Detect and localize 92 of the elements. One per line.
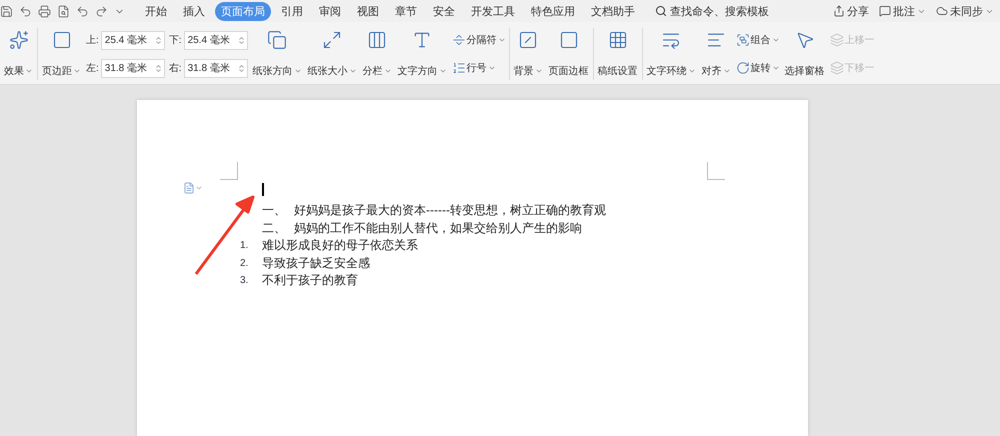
undo-icon[interactable] (19, 4, 32, 18)
document-line: 难以形成良好的母子依恋关系 (262, 237, 418, 254)
numbered-list-icon (452, 61, 466, 75)
ribbon-button[interactable]: 文字方向 (396, 28, 448, 80)
caret-icon (534, 67, 543, 75)
share-icon (833, 5, 845, 17)
ribbon-button[interactable]: 组合 (736, 33, 780, 47)
copy-icon (267, 30, 288, 50)
caret-icon (722, 67, 731, 75)
list-marker: 二、 (262, 220, 287, 237)
layers-icon (830, 61, 844, 75)
comment-icon (879, 5, 891, 17)
caret-icon (488, 64, 496, 72)
margin-field[interactable]: 31.8 毫米 (184, 58, 248, 78)
ribbon-button[interactable]: 旋转 (736, 61, 780, 75)
text-cursor (262, 183, 264, 196)
document-line: 导致孩子缺乏安全感 (262, 254, 370, 272)
toolbar-button[interactable]: 未同步 (936, 4, 994, 18)
margin-field[interactable]: 31.8 毫米 (100, 58, 165, 78)
caret-icon (498, 36, 506, 44)
layers-icon (830, 33, 844, 47)
caret-icon (688, 67, 696, 75)
corner-mark (707, 162, 725, 180)
menu-tab[interactable]: 文档助手 (585, 2, 641, 20)
separator-icon (452, 33, 466, 47)
print-icon[interactable] (38, 4, 51, 18)
field-label: 上: (86, 34, 99, 47)
ribbon-button[interactable]: 文字环绕 (646, 28, 697, 80)
spinner-icon[interactable] (154, 64, 163, 72)
corner-mark (220, 162, 238, 180)
square-icon (558, 30, 579, 50)
search-icon (655, 5, 667, 17)
save-icon[interactable] (0, 4, 13, 18)
document-line: 好妈妈是孩子最大的资本------转变思想，树立正确的教育观 (294, 202, 606, 220)
field-label: 左: (86, 62, 99, 75)
grid-icon (608, 30, 628, 50)
spinner-icon[interactable] (154, 36, 163, 44)
menu-tab[interactable]: 视图 (351, 2, 385, 20)
document-line: 不利于孩子的教育 (262, 272, 358, 290)
spinner-icon[interactable] (236, 36, 246, 44)
ribbon-button[interactable]: 效果 (3, 28, 34, 80)
ribbon-button[interactable]: 页面边框 (548, 28, 590, 80)
menu-tab[interactable]: 特色应用 (525, 2, 581, 20)
rotate-icon (736, 61, 750, 75)
search-field[interactable]: 查找命令、搜索模板 (655, 4, 769, 18)
menu-tab[interactable]: 安全 (427, 2, 461, 20)
caret-icon (73, 67, 81, 75)
menu-tab[interactable]: 审阅 (313, 2, 347, 20)
caret-icon (294, 67, 302, 75)
spinner-icon[interactable] (236, 64, 246, 72)
preview-icon[interactable] (57, 4, 70, 18)
ribbon-button[interactable]: 页边距 (41, 28, 82, 80)
menu-tab[interactable]: 插入 (177, 2, 211, 20)
caret-icon (772, 64, 780, 72)
document-line: 妈妈的工作不能由别人替代，如果交给别人产生的影响 (294, 220, 582, 237)
undo-icon[interactable] (76, 4, 89, 18)
margin-field[interactable]: 25.4 毫米 (100, 30, 165, 50)
page-icon (52, 30, 72, 50)
list-marker: 3. (240, 275, 250, 286)
field-label: 下: (168, 34, 182, 47)
menu-tab[interactable]: 开发工具 (465, 2, 521, 20)
resize-icon (322, 30, 342, 50)
caret-icon (25, 67, 33, 75)
caret-icon (384, 67, 392, 75)
toolbar-button[interactable]: 批注 (879, 4, 926, 18)
ribbon-button[interactable]: 纸张方向 (252, 28, 303, 80)
sparkle-icon (8, 30, 28, 50)
ribbon-button[interactable]: 选择窗格 (784, 28, 826, 80)
redo-icon[interactable] (95, 4, 108, 18)
ribbon-button[interactable]: 对齐 (700, 28, 732, 80)
menu-tab[interactable]: 章节 (389, 2, 423, 20)
cloud-icon (936, 5, 948, 17)
caret-icon (438, 67, 447, 75)
ribbon-button[interactable]: 分隔符 (452, 33, 506, 47)
slash-square-icon (518, 30, 538, 50)
field-label: 右: (168, 62, 182, 75)
list-marker: 一、 (262, 202, 287, 220)
margin-field[interactable]: 25.4 毫米 (184, 30, 248, 50)
list-marker: 2. (240, 258, 250, 269)
caret-icon (772, 36, 780, 44)
menu-tab[interactable]: 开始 (139, 2, 173, 20)
caret-icon (348, 67, 357, 75)
ribbon-button[interactable]: 背景 (512, 28, 544, 80)
columns-icon (367, 30, 388, 50)
list-marker: 1. (240, 240, 250, 252)
toolbar-button[interactable]: 分享 (833, 4, 869, 18)
ribbon-button[interactable]: 稿纸设置 (596, 28, 639, 80)
ribbon-button[interactable]: 纸张大小 (306, 28, 358, 80)
group-icon (736, 33, 750, 47)
ribbon-button[interactable]: 行号 (452, 61, 506, 75)
ribbon-button[interactable]: 分栏 (362, 28, 393, 80)
menu-tab[interactable]: 引用 (275, 2, 309, 20)
